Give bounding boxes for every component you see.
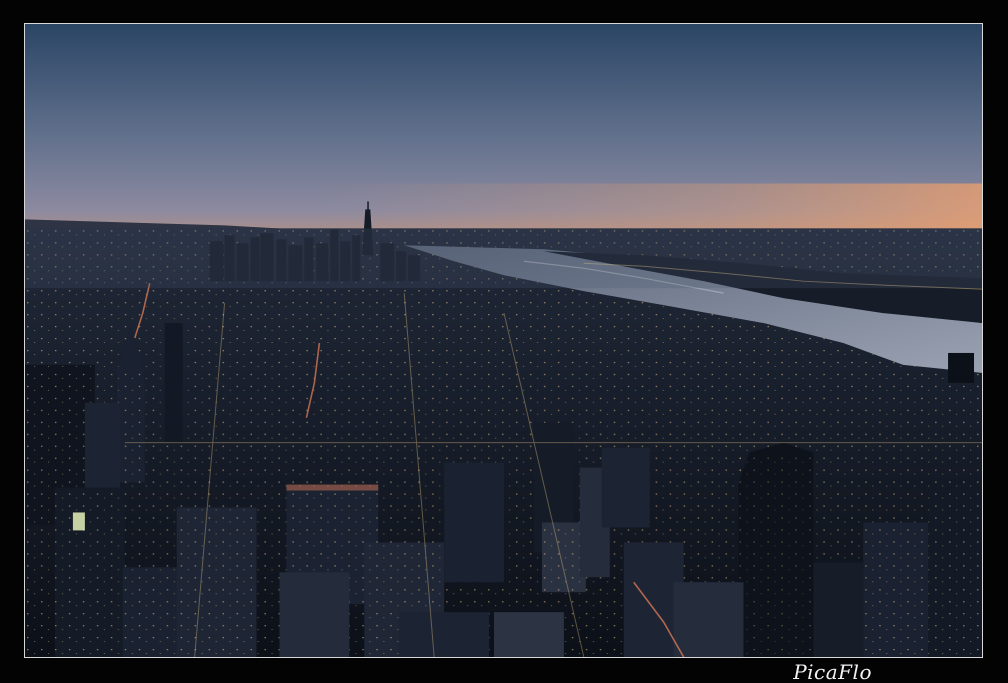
watermark-signature: PicaFlo: [793, 660, 872, 683]
horizon-haze: [25, 228, 982, 289]
city-skyline-image: [25, 24, 982, 657]
city-photo: [24, 23, 983, 658]
photo-frame: PicaFlo: [0, 0, 1008, 683]
